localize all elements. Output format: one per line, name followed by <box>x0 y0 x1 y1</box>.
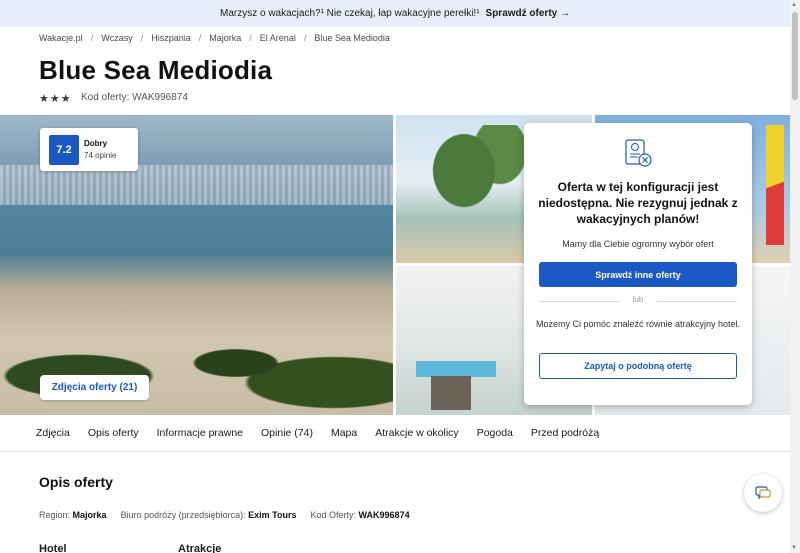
scroll-up-icon[interactable]: ▲ <box>791 1 797 9</box>
divider-line <box>657 301 737 302</box>
photo-detail <box>431 376 471 410</box>
tab-weather[interactable]: Pogoda <box>477 427 513 439</box>
rating-text: Dobry 74 opinie <box>84 139 116 160</box>
breadcrumb-item[interactable]: El Arenal <box>260 33 296 43</box>
meta-value: Majorka <box>72 510 107 520</box>
offer-tabs: Zdjęcia Opis oferty Informacje prawne Op… <box>0 415 790 452</box>
photo-detail <box>416 125 536 255</box>
meta-label: Biuro podróży (przedsiębiorca): <box>120 510 246 520</box>
meta-code: Kod Oferty: WAK996874 <box>311 510 410 520</box>
photo-detail <box>0 165 393 205</box>
or-text: lub <box>632 295 644 304</box>
breadcrumb-item[interactable]: Majorka <box>209 33 241 43</box>
breadcrumb-separator: / <box>303 33 307 43</box>
star-icon: ★ <box>60 93 71 105</box>
chat-icon <box>755 486 771 500</box>
hotel-stars: ★ ★ ★ <box>39 92 71 105</box>
rating-score: 7.2 <box>49 134 79 165</box>
tab-attractions[interactable]: Atrakcje w okolicy <box>375 427 458 439</box>
ask-similar-offer-button[interactable]: Zapytaj o podobną ofertę <box>539 353 737 379</box>
page-title: Blue Sea Mediodia <box>39 55 273 85</box>
breadcrumb-item[interactable]: Wczasy <box>101 33 133 43</box>
page-scrollbar[interactable]: ▲ ▼ <box>790 0 800 553</box>
unavailable-subtitle: Mamy dla Ciebie ogromny wybór ofert <box>562 239 714 249</box>
scrollbar-thumb[interactable] <box>792 12 798 100</box>
star-icon: ★ <box>49 93 60 105</box>
breadcrumb-separator: / <box>140 33 144 43</box>
breadcrumb-separator: / <box>249 33 252 43</box>
breadcrumb-separator: / <box>90 33 94 43</box>
meta-label: Kod Oferty: <box>310 510 357 520</box>
scroll-down-icon[interactable]: ▼ <box>791 544 797 552</box>
star-icon: ★ <box>39 93 49 105</box>
meta-region: Region: Majorka <box>39 510 107 520</box>
promo-cta-link[interactable]: Sprawdź oferty → <box>486 8 570 19</box>
promo-text: Marzysz o wakacjach?¹ Nie czekaj, łap wa… <box>219 8 480 19</box>
tab-legal-info[interactable]: Informacje prawne <box>157 427 243 439</box>
gallery-photos-button[interactable]: Zdjęcia oferty (21) <box>40 375 149 400</box>
breadcrumb-separator: / <box>198 33 202 43</box>
section-title: Opis oferty <box>39 474 113 490</box>
chat-button[interactable] <box>744 474 782 512</box>
breadcrumb-item[interactable]: Wakacje.pl <box>39 33 83 43</box>
offer-code: Kod oferty: WAK996874 <box>81 92 188 103</box>
tab-photos[interactable]: Zdjęcia <box>36 427 70 439</box>
offer-unavailable-panel: Oferta w tej konfiguracji jest niedostęp… <box>524 123 752 405</box>
photo-detail <box>416 361 496 377</box>
or-divider: lub <box>539 295 737 307</box>
tab-description[interactable]: Opis oferty <box>88 427 139 439</box>
meta-value: WAK996874 <box>358 510 410 520</box>
breadcrumb-item[interactable]: Hiszpania <box>151 33 191 43</box>
document-x-icon <box>625 139 652 167</box>
subsection-hotel: Hotel <box>39 543 67 553</box>
rating-card[interactable]: 7.2 Dobry 74 opinie <box>40 128 138 171</box>
rating-count: 74 opinie <box>84 151 117 160</box>
unavailable-title: Oferta w tej konfiguracji jest niedostęp… <box>538 180 738 226</box>
tab-before-trip[interactable]: Przed podróżą <box>531 427 599 439</box>
check-other-offers-button[interactable]: Sprawdź inne oferty <box>539 262 737 287</box>
offer-meta: Region: Majorka Biuro podróży (przedsięb… <box>39 510 410 520</box>
tab-map[interactable]: Mapa <box>331 427 357 439</box>
meta-label: Region: <box>39 510 71 520</box>
promo-banner: Marzysz o wakacjach?¹ Nie czekaj, łap wa… <box>0 0 790 27</box>
meta-value: Exim Tours <box>248 510 297 520</box>
breadcrumb: Wakacje.pl / Wczasy / Hiszpania / Majork… <box>39 33 390 43</box>
meta-agency: Biuro podróży (przedsiębiorca): Exim Tou… <box>121 510 297 520</box>
rating-label: Dobry <box>84 139 108 148</box>
unavailable-help-text: Możemy Ci pomóc znaleźć równie atrakcyjn… <box>535 319 741 329</box>
breadcrumb-current: Blue Sea Mediodia <box>314 33 390 43</box>
tab-reviews[interactable]: Opinie (74) <box>261 427 313 439</box>
photo-detail <box>766 125 784 245</box>
subsection-attractions: Atrakcje <box>178 543 222 553</box>
